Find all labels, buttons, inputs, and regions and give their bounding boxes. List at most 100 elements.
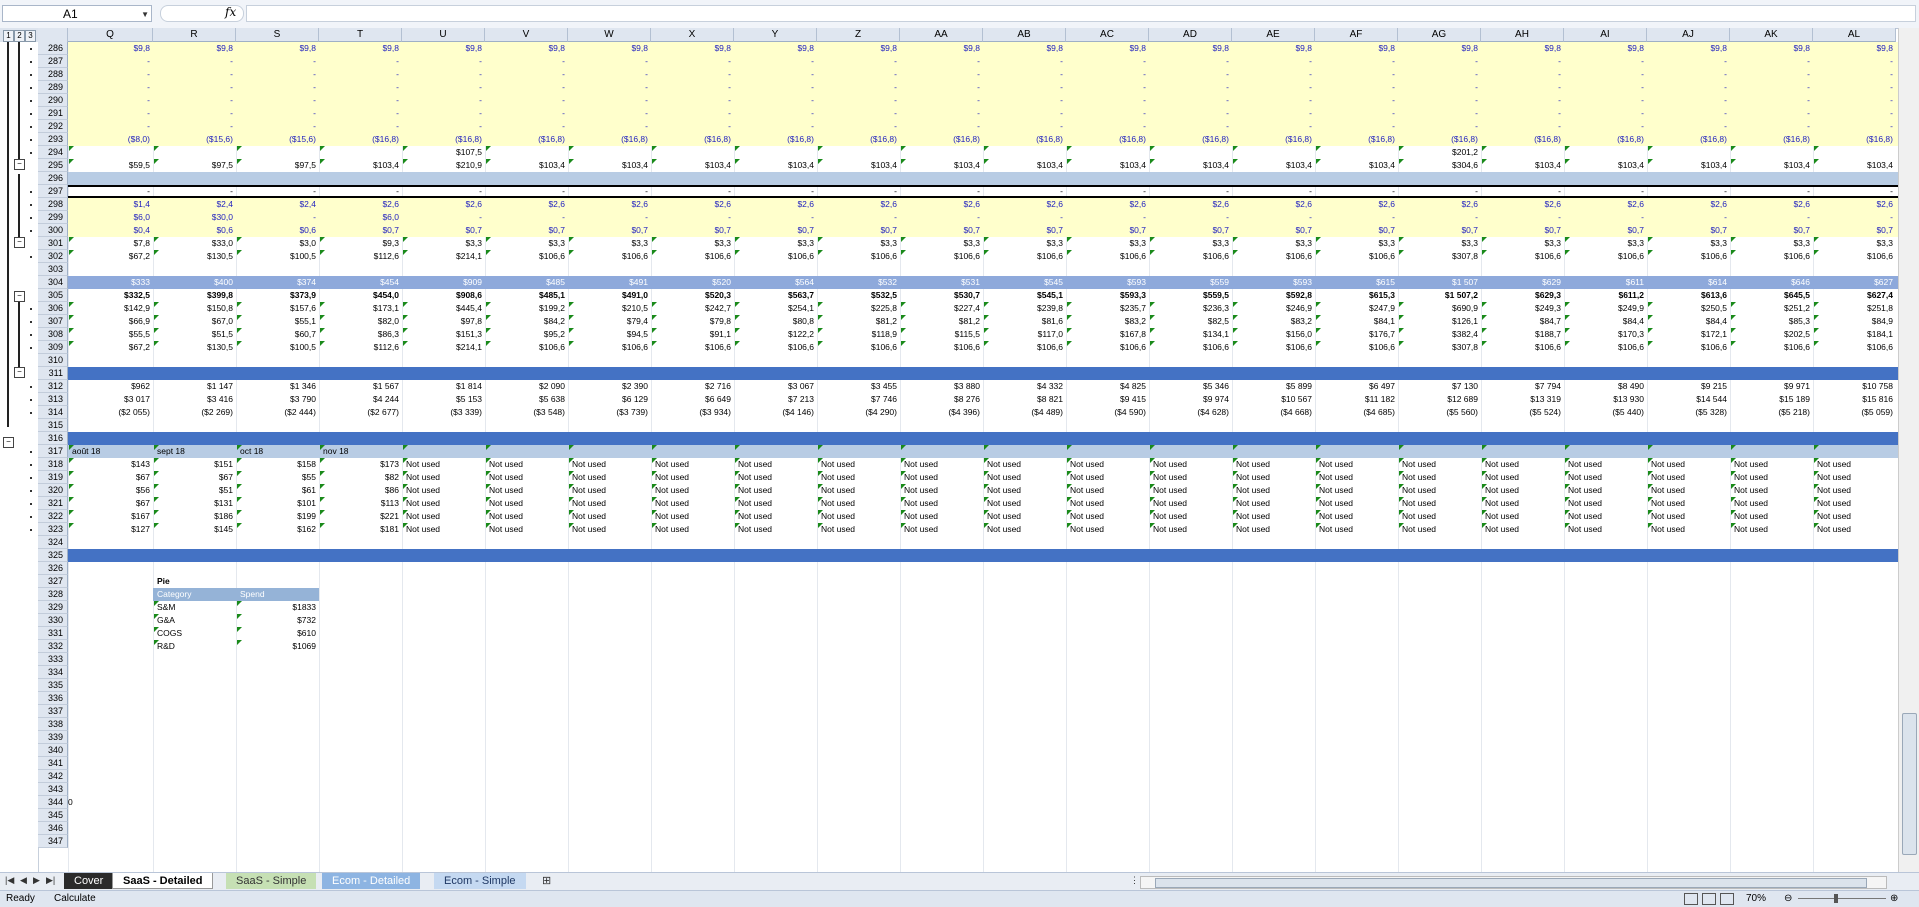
cell[interactable] [817,146,900,159]
formula-input[interactable] [246,5,1916,22]
cell[interactable]: - [1647,120,1730,133]
cell[interactable]: ($16,8) [402,133,485,146]
cell[interactable]: ($16,8) [1647,133,1730,146]
cell[interactable]: $221 [319,510,402,523]
cell[interactable]: ($5 328) [1647,406,1730,419]
not-used-cell[interactable]: Not used [1149,510,1232,523]
cell[interactable]: ($4 685) [1315,406,1398,419]
cell[interactable]: - [983,107,1066,120]
cell[interactable]: - [1813,55,1896,68]
cell[interactable]: $615,3 [1315,289,1398,302]
cell[interactable]: - [1398,211,1481,224]
cell[interactable]: - [568,55,651,68]
cell[interactable]: - [817,94,900,107]
cell[interactable]: $8 821 [983,393,1066,406]
cell[interactable]: $3 067 [734,380,817,393]
cell[interactable]: ($5 059) [1813,406,1896,419]
cell[interactable]: $2,6 [1315,198,1398,211]
cell[interactable]: $106,6 [1315,341,1398,354]
not-used-cell[interactable]: Not used [734,471,817,484]
cell[interactable]: $532 [817,276,900,289]
pie-category[interactable]: S&M [153,601,236,614]
cell[interactable]: $95,2 [485,328,568,341]
not-used-cell[interactable]: Not used [485,458,568,471]
row-header[interactable]: 297 [38,185,68,198]
cell[interactable]: $7,8 [68,237,153,250]
column-header[interactable]: AI [1564,28,1647,42]
cell[interactable]: $106,6 [1647,250,1730,263]
cell[interactable]: - [1481,107,1564,120]
cell[interactable]: $106,6 [1066,250,1149,263]
cell[interactable]: $2,6 [1564,198,1647,211]
cell[interactable] [1149,146,1232,159]
cell[interactable]: $485,1 [485,289,568,302]
cell[interactable]: $106,6 [817,250,900,263]
cell[interactable] [319,146,402,159]
not-used-cell[interactable]: Not used [485,484,568,497]
cell[interactable]: $84,9 [1813,315,1896,328]
cell[interactable]: $145 [153,523,236,536]
first-sheet-icon[interactable]: |◀ [5,875,14,886]
cell[interactable]: ($5 524) [1481,406,1564,419]
cell[interactable]: ($4 628) [1149,406,1232,419]
cell[interactable]: $3,3 [1647,237,1730,250]
cell[interactable]: - [900,107,983,120]
cell[interactable]: - [568,120,651,133]
cell[interactable]: $545,1 [983,289,1066,302]
cell[interactable]: $66,9 [68,315,153,328]
cell[interactable]: $181 [319,523,402,536]
cell[interactable]: ($4 290) [817,406,900,419]
not-used-cell[interactable]: Not used [1481,497,1564,510]
cell[interactable]: - [319,120,402,133]
cell[interactable]: $106,6 [817,341,900,354]
cell[interactable]: ($16,8) [651,133,734,146]
cell[interactable]: $13 930 [1564,393,1647,406]
row-header[interactable]: 302 [38,250,68,263]
cell[interactable] [568,146,651,159]
cell[interactable]: - [1564,94,1647,107]
cell[interactable]: - [651,120,734,133]
row-header[interactable]: 291 [38,107,68,120]
cell[interactable]: $251,2 [1730,302,1813,315]
tab-ecom-detailed[interactable]: Ecom - Detailed [322,873,421,889]
cell[interactable]: $55,1 [236,315,319,328]
cell[interactable]: - [402,120,485,133]
cell[interactable]: $2,6 [568,198,651,211]
cell[interactable]: ($4 396) [900,406,983,419]
not-used-cell[interactable]: Not used [1730,458,1813,471]
cell[interactable]: $9,8 [900,42,983,55]
cell[interactable]: $9,8 [1232,42,1315,55]
row-header[interactable]: 334 [38,666,68,679]
row-header[interactable]: 310 [38,354,68,367]
cell[interactable]: - [236,94,319,107]
cell[interactable]: $210,5 [568,302,651,315]
row-header[interactable]: 298 [38,198,68,211]
cell[interactable]: $106,6 [1149,341,1232,354]
not-used-cell[interactable]: Not used [651,458,734,471]
cell[interactable]: $84,4 [1564,315,1647,328]
cell[interactable]: $81,6 [983,315,1066,328]
cell[interactable]: $186 [153,510,236,523]
cell[interactable]: - [1813,81,1896,94]
cell[interactable]: $106,6 [1481,250,1564,263]
cell[interactable]: $106,6 [734,250,817,263]
cell[interactable]: $249,9 [1564,302,1647,315]
cell[interactable]: $103,4 [983,159,1066,172]
cell[interactable]: $532,5 [817,289,900,302]
column-header[interactable]: AG [1398,28,1481,42]
not-used-cell[interactable]: Not used [1813,523,1896,536]
cell[interactable]: $0,6 [153,224,236,237]
cell[interactable]: $629 [1481,276,1564,289]
month-label[interactable]: oct 18 [236,445,319,458]
cell[interactable]: - [1481,55,1564,68]
column-header[interactable]: AE [1232,28,1315,42]
cell[interactable]: - [68,81,153,94]
not-used-cell[interactable]: Not used [1647,523,1730,536]
not-used-cell[interactable]: Not used [651,497,734,510]
cell[interactable]: $9,8 [1066,42,1149,55]
cell[interactable]: $645,5 [1730,289,1813,302]
cell[interactable]: - [1232,120,1315,133]
cell[interactable]: $0,7 [1481,224,1564,237]
cell[interactable]: - [1730,81,1813,94]
cell[interactable]: $81,2 [900,315,983,328]
